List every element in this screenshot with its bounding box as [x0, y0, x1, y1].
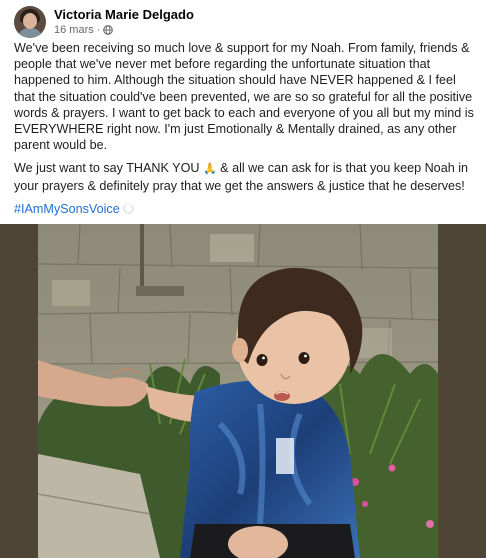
post-paragraph-1: We've been receiving so much love & supp… [14, 41, 474, 153]
hashtag-link[interactable]: #IAmMySonsVoice [14, 202, 120, 216]
loading-spinner-icon [122, 202, 134, 214]
post-meta: Victoria Marie Delgado 16 mars · [54, 7, 194, 37]
facebook-post: Victoria Marie Delgado 16 mars · We've b… [0, 0, 486, 558]
photo-child-in-garden [0, 224, 486, 558]
author-avatar[interactable] [14, 6, 46, 38]
globe-icon [103, 25, 114, 35]
hashtag-line: #IAmMySonsVoice [14, 201, 474, 217]
paragraph-2-text-a: We just want to say THANK YOU [14, 161, 203, 176]
author-name[interactable]: Victoria Marie Delgado [54, 7, 194, 23]
post-paragraph-2: We just want to say THANK YOU 🙏 & all we… [14, 160, 474, 193]
post-subline: 16 mars · [54, 23, 194, 37]
separator: · [96, 24, 101, 36]
praying-hands-emoji: 🙏 [202, 163, 217, 176]
post-text: We've been receiving so much love & supp… [14, 40, 474, 224]
post-photo[interactable] [0, 224, 486, 558]
post-date[interactable]: 16 mars [54, 23, 94, 37]
post-header: Victoria Marie Delgado 16 mars · [14, 5, 194, 39]
